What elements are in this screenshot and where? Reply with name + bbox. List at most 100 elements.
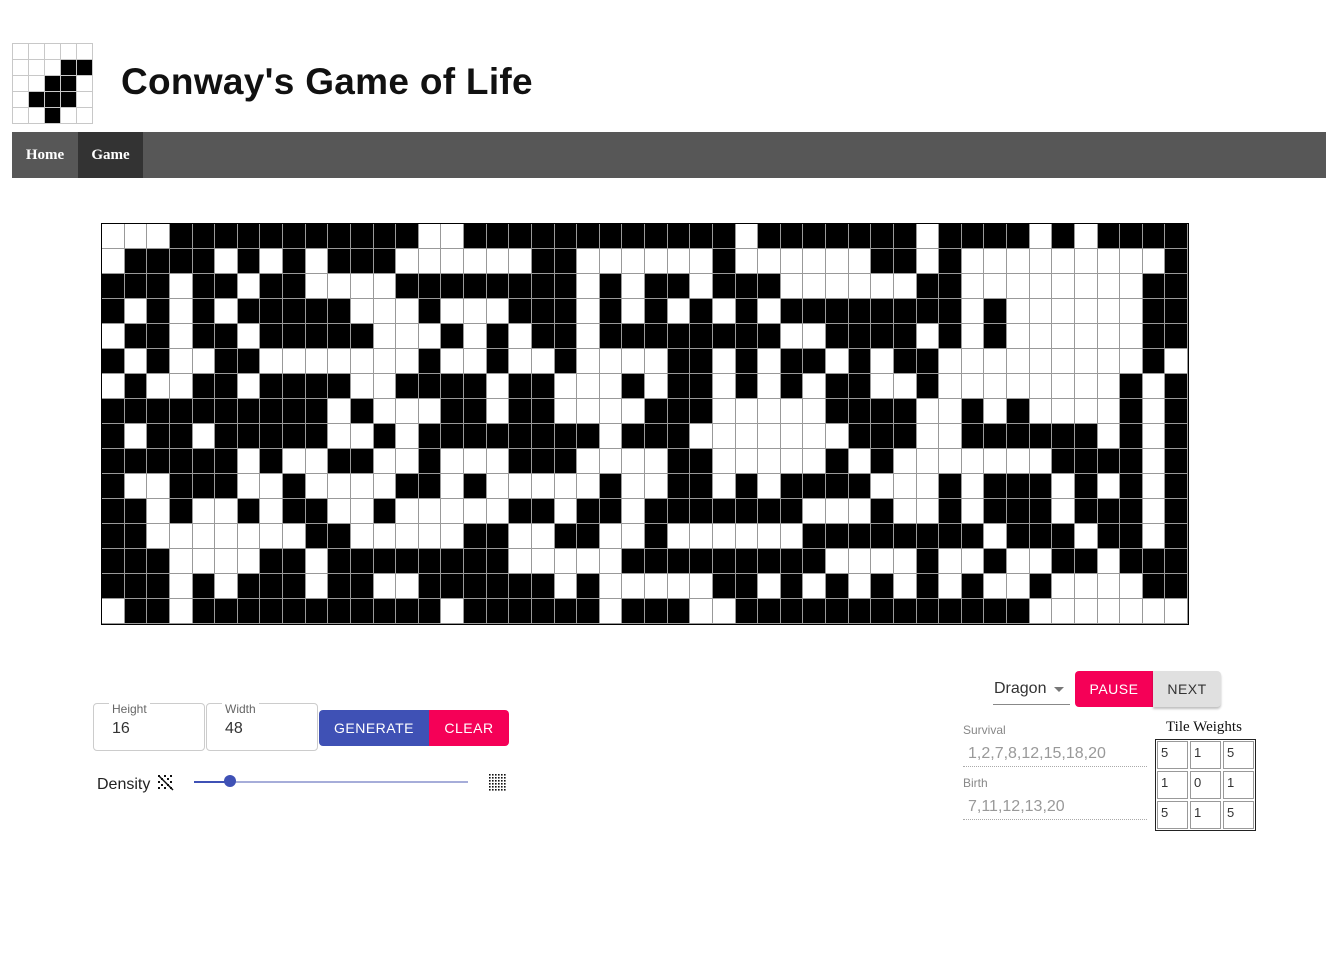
board-cell[interactable] [939, 349, 962, 374]
board-cell[interactable] [147, 324, 170, 349]
board-cell[interactable] [667, 274, 691, 299]
board-cell[interactable] [169, 399, 193, 424]
board-cell[interactable] [984, 474, 1007, 499]
board-cell[interactable] [486, 224, 510, 249]
board-cell[interactable] [169, 224, 193, 249]
board-cell[interactable] [124, 299, 148, 324]
board-cell[interactable] [712, 224, 736, 249]
board-cell[interactable] [1074, 224, 1098, 249]
board-cell[interactable] [554, 574, 578, 599]
board-cell[interactable] [1007, 524, 1030, 549]
board-cell[interactable] [260, 249, 283, 274]
board-cell[interactable] [803, 374, 826, 399]
board-cell[interactable] [373, 499, 397, 524]
board-cell[interactable] [102, 549, 125, 574]
board-cell[interactable] [1165, 449, 1188, 474]
board-cell[interactable] [305, 324, 329, 349]
board-cell[interactable] [690, 349, 713, 374]
board-cell[interactable] [803, 299, 826, 324]
board-cell[interactable] [961, 449, 985, 474]
board-cell[interactable] [826, 224, 849, 249]
board-cell[interactable] [260, 399, 283, 424]
board-cell[interactable] [1029, 424, 1053, 449]
board-cell[interactable] [893, 324, 917, 349]
board-cell[interactable] [509, 374, 532, 399]
board-cell[interactable] [645, 599, 668, 624]
board-cell[interactable] [735, 574, 759, 599]
board-cell[interactable] [328, 449, 351, 474]
board-cell[interactable] [577, 424, 600, 449]
board-cell[interactable] [577, 249, 600, 274]
board-cell[interactable] [599, 424, 623, 449]
board-cell[interactable] [124, 524, 148, 549]
board-cell[interactable] [350, 549, 374, 574]
board-cell[interactable] [893, 224, 917, 249]
board-cell[interactable] [464, 599, 487, 624]
board-cell[interactable] [577, 374, 600, 399]
board-cell[interactable] [328, 424, 351, 449]
board-cell[interactable] [577, 299, 600, 324]
board-cell[interactable] [735, 524, 759, 549]
board-cell[interactable] [780, 524, 804, 549]
board-cell[interactable] [373, 474, 397, 499]
board-cell[interactable] [758, 299, 781, 324]
board-cell[interactable] [215, 599, 238, 624]
board-cell[interactable] [1120, 574, 1143, 599]
board-cell[interactable] [215, 299, 238, 324]
board-cell[interactable] [961, 474, 985, 499]
board-cell[interactable] [350, 224, 374, 249]
board-cell[interactable] [441, 424, 464, 449]
board-cell[interactable] [871, 249, 894, 274]
board-cell[interactable] [192, 549, 216, 574]
board-cell[interactable] [260, 374, 283, 399]
board-cell[interactable] [237, 249, 261, 274]
board-cell[interactable] [486, 374, 510, 399]
board-cell[interactable] [599, 499, 623, 524]
board-cell[interactable] [531, 399, 555, 424]
board-cell[interactable] [735, 499, 759, 524]
board-cell[interactable] [1097, 574, 1121, 599]
board-cell[interactable] [1120, 449, 1143, 474]
board-cell[interactable] [192, 324, 216, 349]
board-cell[interactable] [531, 474, 555, 499]
board-cell[interactable] [577, 549, 600, 574]
board-cell[interactable] [645, 374, 668, 399]
board-cell[interactable] [690, 574, 713, 599]
board-cell[interactable] [237, 499, 261, 524]
board-cell[interactable] [712, 299, 736, 324]
board-cell[interactable] [712, 574, 736, 599]
board-cell[interactable] [124, 549, 148, 574]
board-cell[interactable] [780, 474, 804, 499]
board-cell[interactable] [871, 499, 894, 524]
board-cell[interactable] [826, 249, 849, 274]
board-cell[interactable] [373, 224, 397, 249]
board-cell[interactable] [961, 324, 985, 349]
board-cell[interactable] [1029, 474, 1053, 499]
board-cell[interactable] [1165, 324, 1188, 349]
board-cell[interactable] [441, 274, 464, 299]
board-cell[interactable] [260, 424, 283, 449]
board-cell[interactable] [599, 249, 623, 274]
board-cell[interactable] [645, 449, 668, 474]
board-cell[interactable] [893, 574, 917, 599]
board-cell[interactable] [418, 549, 442, 574]
board-cell[interactable] [1007, 249, 1030, 274]
board-cell[interactable] [396, 274, 419, 299]
board-cell[interactable] [283, 474, 306, 499]
board-cell[interactable] [961, 224, 985, 249]
board-cell[interactable] [1165, 599, 1188, 624]
board-cell[interactable] [350, 374, 374, 399]
board-cell[interactable] [147, 399, 170, 424]
board-cell[interactable] [1097, 349, 1121, 374]
board-cell[interactable] [939, 224, 962, 249]
board-cell[interactable] [758, 374, 781, 399]
board-cell[interactable] [464, 349, 487, 374]
board-cell[interactable] [645, 499, 668, 524]
board-cell[interactable] [531, 499, 555, 524]
board-cell[interactable] [848, 299, 872, 324]
board-cell[interactable] [1165, 474, 1188, 499]
board-cell[interactable] [1165, 249, 1188, 274]
board-cell[interactable] [554, 474, 578, 499]
board-cell[interactable] [237, 449, 261, 474]
board-cell[interactable] [215, 449, 238, 474]
